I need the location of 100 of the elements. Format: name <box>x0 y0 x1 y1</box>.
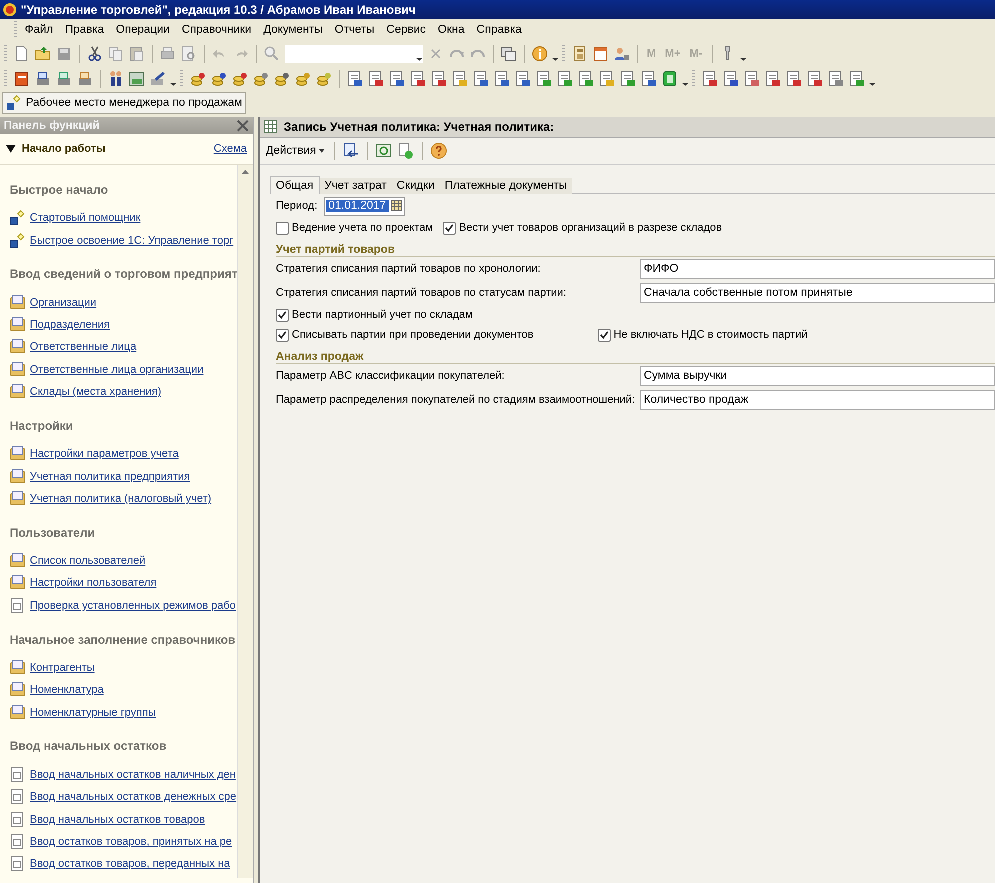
document-icon[interactable] <box>640 70 658 88</box>
tab[interactable]: Скидки <box>392 178 440 194</box>
document-icon[interactable] <box>577 70 595 88</box>
document-icon[interactable] <box>535 70 553 88</box>
function-link[interactable]: Учетная политика предприятия <box>30 470 190 483</box>
book-icon[interactable] <box>10 704 26 721</box>
refresh-icon[interactable] <box>375 142 394 160</box>
book-icon[interactable] <box>10 317 26 334</box>
folder-icon[interactable] <box>34 44 52 62</box>
search-field[interactable] <box>284 44 424 64</box>
menu-item[interactable]: Правка <box>60 24 112 36</box>
function-link[interactable]: Ввод начальных остатков наличных ден <box>30 768 236 781</box>
document-icon[interactable] <box>346 70 364 88</box>
document-icon[interactable] <box>367 70 385 88</box>
document-icon[interactable] <box>10 834 26 850</box>
wizard-icon[interactable] <box>10 210 26 226</box>
function-link[interactable]: Ввод начальных остатков товаров <box>30 814 206 826</box>
book-icon[interactable] <box>10 660 26 676</box>
document-icon[interactable] <box>430 70 448 88</box>
document-icon[interactable] <box>556 70 574 88</box>
function-link[interactable]: Проверка установленных режимов рабо <box>30 600 236 612</box>
function-link[interactable]: Ввод начальных остатков денежных сре <box>30 791 237 804</box>
function-link[interactable]: Быстрое освоение 1С: Управление торг <box>30 234 234 247</box>
save-close-icon[interactable] <box>342 142 360 160</box>
tab[interactable]: Общая <box>270 176 320 194</box>
function-link[interactable]: Номенклатура <box>30 684 104 696</box>
checkbox-box[interactable] <box>443 222 456 234</box>
menu-item[interactable]: Операции <box>111 24 177 36</box>
checkbox-box[interactable] <box>276 308 289 322</box>
document-icon[interactable] <box>472 70 490 88</box>
input-field[interactable]: Сумма выручки <box>640 366 995 386</box>
book-icon[interactable] <box>10 384 26 400</box>
scrollbar[interactable] <box>237 165 253 878</box>
function-link[interactable]: Учетная политика (налоговый учет) <box>30 493 212 506</box>
copy-add-icon[interactable] <box>397 142 416 160</box>
collapse-triangle-icon[interactable] <box>6 145 16 153</box>
sum-report-icon[interactable] <box>785 70 803 88</box>
document-icon[interactable] <box>10 812 26 828</box>
menu-item[interactable]: Документы <box>258 24 330 36</box>
document-icon[interactable] <box>409 70 427 88</box>
checkbox-box[interactable] <box>276 328 289 342</box>
book-icon[interactable] <box>10 362 26 378</box>
scheme-link[interactable]: Схема <box>214 143 247 155</box>
document-icon[interactable] <box>619 70 637 88</box>
printer-icon[interactable] <box>76 70 94 88</box>
book-icon[interactable] <box>10 446 26 462</box>
book-icon[interactable] <box>10 682 26 698</box>
function-link[interactable]: Ответственные лица <box>30 341 137 354</box>
document-icon[interactable] <box>493 70 511 88</box>
printer-icon[interactable] <box>34 70 52 88</box>
input-field[interactable]: Сначала собственные потом принятые <box>640 283 995 303</box>
book-icon[interactable] <box>10 468 26 485</box>
menu-item[interactable]: Отчеты <box>330 24 382 36</box>
function-link[interactable]: Номенклатурные группы <box>30 706 156 719</box>
checkbox[interactable]: Вести партионный учет по складам <box>276 308 473 322</box>
document-icon[interactable] <box>10 856 26 872</box>
function-link[interactable]: Организации <box>30 296 97 309</box>
document-pen-icon[interactable] <box>149 70 167 88</box>
function-link[interactable]: Стартовый помощник <box>30 212 141 224</box>
function-link[interactable]: Контрагенты <box>30 662 95 674</box>
sum-report-icon[interactable] <box>764 70 782 88</box>
sum-report-icon[interactable] <box>827 70 845 88</box>
sum-report-icon[interactable] <box>722 70 740 88</box>
scissors-icon[interactable] <box>86 44 104 62</box>
function-link[interactable]: Ответственные лица организации <box>30 364 204 376</box>
actions-menu-button[interactable]: Действия <box>264 145 328 157</box>
book-icon[interactable] <box>10 553 26 570</box>
sum-report-icon[interactable] <box>806 70 824 88</box>
sum-report-icon[interactable] <box>848 70 866 88</box>
checkbox-box[interactable] <box>276 222 289 234</box>
wizard-icon[interactable] <box>6 95 22 111</box>
checkbox-box[interactable] <box>598 328 611 342</box>
book-icon[interactable] <box>10 339 26 356</box>
tab[interactable]: Учет затрат <box>320 178 392 194</box>
spreadsheet-icon[interactable] <box>661 70 679 88</box>
function-link[interactable]: Склады (места хранения) <box>30 386 162 398</box>
function-link[interactable]: Ввод остатков товаров, переданных на <box>30 858 230 870</box>
menu-item[interactable]: Справка <box>472 24 529 36</box>
info-icon[interactable] <box>531 44 549 62</box>
function-link[interactable]: Настройки параметров учета <box>30 448 179 460</box>
menu-item[interactable]: Окна <box>433 24 472 36</box>
sum-report-icon[interactable] <box>743 70 761 88</box>
function-link[interactable]: Список пользователей <box>30 555 146 568</box>
book-icon[interactable] <box>10 294 26 311</box>
menu-item[interactable]: Справочники <box>176 24 259 36</box>
date-field[interactable]: 01.01.2017 <box>324 196 406 216</box>
tab[interactable]: Платежные документы <box>440 178 572 194</box>
table-icon[interactable] <box>264 120 278 134</box>
book-icon[interactable] <box>10 575 26 592</box>
input-field[interactable]: Количество продаж <box>640 390 995 410</box>
sum-report-icon[interactable] <box>701 70 719 88</box>
document-icon[interactable] <box>451 70 469 88</box>
cabinet-icon[interactable] <box>13 70 31 88</box>
document-icon[interactable] <box>10 598 26 614</box>
book-icon[interactable] <box>10 491 26 508</box>
input-field[interactable]: ФИФО <box>640 259 995 279</box>
wizard-icon[interactable] <box>10 232 26 249</box>
checkbox[interactable]: Ведение учета по проектам <box>276 222 434 234</box>
document-icon[interactable] <box>514 70 532 88</box>
workspace-button[interactable]: Рабочее место менеджера по продажам <box>2 92 246 114</box>
